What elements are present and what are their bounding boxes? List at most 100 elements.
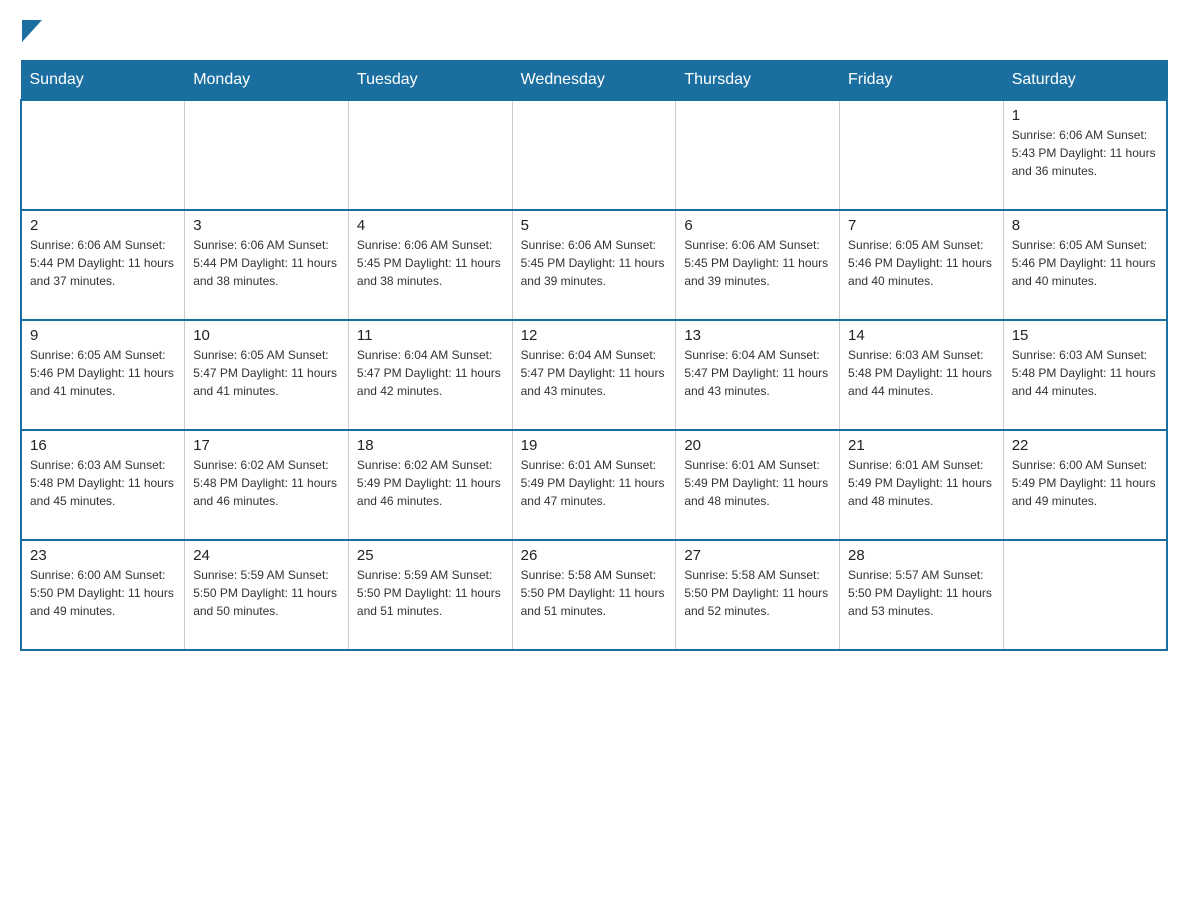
calendar-cell: 12 Sunrise: 6:04 AM Sunset: 5:47 PM Dayli… [512, 320, 676, 430]
day-info: Sunrise: 5:59 AM Sunset: 5:50 PM Dayligh… [193, 566, 340, 620]
day-number: 8 [1012, 217, 1158, 234]
day-info: Sunrise: 6:05 AM Sunset: 5:46 PM Dayligh… [848, 236, 995, 290]
day-info: Sunrise: 5:57 AM Sunset: 5:50 PM Dayligh… [848, 566, 995, 620]
calendar-cell: 11 Sunrise: 6:04 AM Sunset: 5:47 PM Dayli… [348, 320, 512, 430]
day-number: 23 [30, 547, 176, 564]
day-number: 22 [1012, 437, 1158, 454]
calendar-cell: 26Sunrise: 5:58 AM Sunset: 5:50 PM Dayli… [512, 540, 676, 650]
calendar-cell: 8 Sunrise: 6:05 AM Sunset: 5:46 PM Daylig… [1003, 210, 1167, 320]
day-number: 10 [193, 327, 340, 344]
day-info: Sunrise: 6:04 AM Sunset: 5:47 PM Dayligh… [684, 346, 831, 400]
calendar-cell [840, 100, 1004, 210]
calendar-cell: 21Sunrise: 6:01 AM Sunset: 5:49 PM Dayli… [840, 430, 1004, 540]
calendar-cell: 6 Sunrise: 6:06 AM Sunset: 5:45 PM Daylig… [676, 210, 840, 320]
day-info: Sunrise: 6:06 AM Sunset: 5:43 PM Dayligh… [1012, 126, 1158, 180]
calendar-cell: 3 Sunrise: 6:06 AM Sunset: 5:44 PM Daylig… [185, 210, 349, 320]
day-info: Sunrise: 6:03 AM Sunset: 5:48 PM Dayligh… [1012, 346, 1158, 400]
day-info: Sunrise: 6:01 AM Sunset: 5:49 PM Dayligh… [521, 456, 668, 510]
day-number: 11 [357, 327, 504, 344]
calendar-cell [676, 100, 840, 210]
calendar-table: SundayMondayTuesdayWednesdayThursdayFrid… [20, 60, 1168, 651]
day-header-tuesday: Tuesday [348, 61, 512, 101]
day-info: Sunrise: 6:03 AM Sunset: 5:48 PM Dayligh… [848, 346, 995, 400]
day-number: 9 [30, 327, 176, 344]
day-number: 16 [30, 437, 176, 454]
calendar-cell: 1 Sunrise: 6:06 AM Sunset: 5:43 PM Daylig… [1003, 100, 1167, 210]
page-header [20, 20, 1168, 44]
day-info: Sunrise: 6:06 AM Sunset: 5:44 PM Dayligh… [30, 236, 176, 290]
calendar-cell: 7 Sunrise: 6:05 AM Sunset: 5:46 PM Daylig… [840, 210, 1004, 320]
day-number: 26 [521, 547, 668, 564]
calendar-week-2: 9 Sunrise: 6:05 AM Sunset: 5:46 PM Daylig… [21, 320, 1167, 430]
day-header-wednesday: Wednesday [512, 61, 676, 101]
day-number: 3 [193, 217, 340, 234]
calendar-cell: 16 Sunrise: 6:03 AM Sunset: 5:48 PM Dayli… [21, 430, 185, 540]
calendar-week-4: 23 Sunrise: 6:00 AM Sunset: 5:50 PM Dayli… [21, 540, 1167, 650]
day-info: Sunrise: 6:06 AM Sunset: 5:45 PM Dayligh… [521, 236, 668, 290]
day-info: Sunrise: 6:04 AM Sunset: 5:47 PM Dayligh… [521, 346, 668, 400]
calendar-cell: 2Sunrise: 6:06 AM Sunset: 5:44 PM Daylig… [21, 210, 185, 320]
day-number: 18 [357, 437, 504, 454]
calendar-cell: 10 Sunrise: 6:05 AM Sunset: 5:47 PM Dayli… [185, 320, 349, 430]
calendar-cell [1003, 540, 1167, 650]
day-info: Sunrise: 6:02 AM Sunset: 5:49 PM Dayligh… [357, 456, 504, 510]
calendar-cell: 9 Sunrise: 6:05 AM Sunset: 5:46 PM Daylig… [21, 320, 185, 430]
calendar-cell: 4 Sunrise: 6:06 AM Sunset: 5:45 PM Daylig… [348, 210, 512, 320]
day-number: 4 [357, 217, 504, 234]
day-number: 13 [684, 327, 831, 344]
calendar-cell: 14 Sunrise: 6:03 AM Sunset: 5:48 PM Dayli… [840, 320, 1004, 430]
calendar-cell: 22 Sunrise: 6:00 AM Sunset: 5:49 PM Dayli… [1003, 430, 1167, 540]
calendar-cell: 5 Sunrise: 6:06 AM Sunset: 5:45 PM Daylig… [512, 210, 676, 320]
calendar-cell: 24 Sunrise: 5:59 AM Sunset: 5:50 PM Dayli… [185, 540, 349, 650]
day-number: 5 [521, 217, 668, 234]
day-header-saturday: Saturday [1003, 61, 1167, 101]
calendar-cell: 23 Sunrise: 6:00 AM Sunset: 5:50 PM Dayli… [21, 540, 185, 650]
day-number: 20 [684, 437, 831, 454]
day-info: Sunrise: 6:05 AM Sunset: 5:47 PM Dayligh… [193, 346, 340, 400]
calendar-cell [512, 100, 676, 210]
logo-triangle-icon [22, 20, 42, 42]
day-info: Sunrise: 6:06 AM Sunset: 5:44 PM Dayligh… [193, 236, 340, 290]
calendar-cell [348, 100, 512, 210]
day-header-monday: Monday [185, 61, 349, 101]
calendar-cell: 25 Sunrise: 5:59 AM Sunset: 5:50 PM Dayli… [348, 540, 512, 650]
day-info: Sunrise: 6:01 AM Sunset: 5:49 PM Dayligh… [848, 456, 995, 510]
day-header-row: SundayMondayTuesdayWednesdayThursdayFrid… [21, 61, 1167, 101]
day-number: 28 [848, 547, 995, 564]
day-info: Sunrise: 6:05 AM Sunset: 5:46 PM Dayligh… [1012, 236, 1158, 290]
calendar-cell: 27 Sunrise: 5:58 AM Sunset: 5:50 PM Dayli… [676, 540, 840, 650]
day-info: Sunrise: 6:01 AM Sunset: 5:49 PM Dayligh… [684, 456, 831, 510]
day-number: 19 [521, 437, 668, 454]
calendar-week-1: 2Sunrise: 6:06 AM Sunset: 5:44 PM Daylig… [21, 210, 1167, 320]
day-number: 12 [521, 327, 668, 344]
day-number: 7 [848, 217, 995, 234]
day-info: Sunrise: 6:06 AM Sunset: 5:45 PM Dayligh… [684, 236, 831, 290]
day-info: Sunrise: 5:59 AM Sunset: 5:50 PM Dayligh… [357, 566, 504, 620]
calendar-cell: 17Sunrise: 6:02 AM Sunset: 5:48 PM Dayli… [185, 430, 349, 540]
calendar-cell: 15 Sunrise: 6:03 AM Sunset: 5:48 PM Dayli… [1003, 320, 1167, 430]
day-number: 24 [193, 547, 340, 564]
day-number: 15 [1012, 327, 1158, 344]
day-info: Sunrise: 6:03 AM Sunset: 5:48 PM Dayligh… [30, 456, 176, 510]
day-info: Sunrise: 6:02 AM Sunset: 5:48 PM Dayligh… [193, 456, 340, 510]
day-info: Sunrise: 6:06 AM Sunset: 5:45 PM Dayligh… [357, 236, 504, 290]
day-header-thursday: Thursday [676, 61, 840, 101]
calendar-cell: 19 Sunrise: 6:01 AM Sunset: 5:49 PM Dayli… [512, 430, 676, 540]
day-info: Sunrise: 6:04 AM Sunset: 5:47 PM Dayligh… [357, 346, 504, 400]
day-number: 1 [1012, 107, 1158, 124]
day-info: Sunrise: 6:05 AM Sunset: 5:46 PM Dayligh… [30, 346, 176, 400]
calendar-week-0: 1 Sunrise: 6:06 AM Sunset: 5:43 PM Daylig… [21, 100, 1167, 210]
day-number: 14 [848, 327, 995, 344]
calendar-header: SundayMondayTuesdayWednesdayThursdayFrid… [21, 61, 1167, 101]
day-info: Sunrise: 5:58 AM Sunset: 5:50 PM Dayligh… [684, 566, 831, 620]
calendar-cell: 28 Sunrise: 5:57 AM Sunset: 5:50 PM Dayli… [840, 540, 1004, 650]
day-number: 6 [684, 217, 831, 234]
day-number: 25 [357, 547, 504, 564]
calendar-cell: 13 Sunrise: 6:04 AM Sunset: 5:47 PM Dayli… [676, 320, 840, 430]
calendar-cell: 20 Sunrise: 6:01 AM Sunset: 5:49 PM Dayli… [676, 430, 840, 540]
day-number: 27 [684, 547, 831, 564]
day-info: Sunrise: 6:00 AM Sunset: 5:50 PM Dayligh… [30, 566, 176, 620]
day-info: Sunrise: 6:00 AM Sunset: 5:49 PM Dayligh… [1012, 456, 1158, 510]
day-header-sunday: Sunday [21, 61, 185, 101]
calendar-body: 1 Sunrise: 6:06 AM Sunset: 5:43 PM Daylig… [21, 100, 1167, 650]
